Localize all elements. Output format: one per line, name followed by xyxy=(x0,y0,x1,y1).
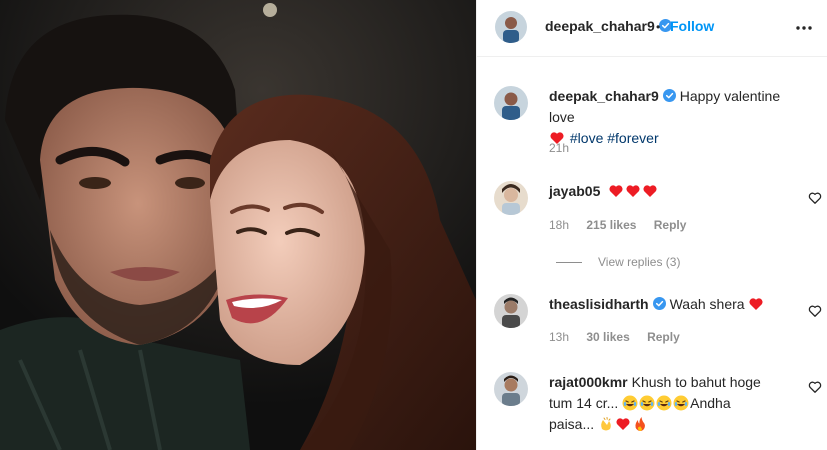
comment-text-line3: paisa... xyxy=(549,416,595,432)
clapping-hands-icon xyxy=(601,417,611,431)
commenter-avatar[interactable] xyxy=(494,294,528,328)
comment-text-block: jayab05 xyxy=(549,181,804,202)
comment-time[interactable]: 13h xyxy=(549,330,569,344)
heart-outline-icon[interactable] xyxy=(808,380,822,394)
post-details-panel: deepak_chahar9 • Follow deepak_chahar9 Ha… xyxy=(476,0,827,450)
comment-likes[interactable]: 215 likes xyxy=(586,218,636,232)
red-heart-icon xyxy=(616,418,630,430)
laughing-face-icon xyxy=(656,395,672,411)
view-replies-button[interactable]: View replies (3) xyxy=(556,255,680,269)
author-username-link[interactable]: deepak_chahar9 xyxy=(545,18,672,34)
comment-likes[interactable]: 30 likes xyxy=(586,330,629,344)
red-heart-icon xyxy=(643,185,657,197)
comment-username[interactable]: jayab05 xyxy=(549,183,600,199)
caption-text-block: deepak_chahar9 Happy valentine love #love… xyxy=(549,86,804,149)
comment-time[interactable]: 18h xyxy=(549,218,569,232)
laughing-face-icon xyxy=(639,395,655,411)
author-username[interactable]: deepak_chahar9 xyxy=(545,18,655,34)
comment-text-block: rajat000kmr Khush to bahut hoge tum 14 cr… xyxy=(549,372,804,435)
caption-hashtags[interactable]: #love #forever xyxy=(570,130,659,146)
post-photo[interactable] xyxy=(0,0,476,450)
laughing-face-icon xyxy=(622,395,638,411)
follow-button[interactable]: Follow xyxy=(670,18,714,34)
comment-username[interactable]: theaslisidharth xyxy=(549,296,649,312)
instagram-post-view: deepak_chahar9 • Follow deepak_chahar9 Ha… xyxy=(0,0,827,450)
heart-outline-icon[interactable] xyxy=(808,304,822,318)
heart-outline-icon[interactable] xyxy=(808,191,822,205)
fire-icon xyxy=(635,417,645,431)
post-header: deepak_chahar9 • Follow xyxy=(477,0,827,57)
caption-username[interactable]: deepak_chahar9 xyxy=(549,88,659,104)
verified-badge-icon xyxy=(652,297,666,310)
comment-text-line2: tum 14 cr... xyxy=(549,395,619,411)
more-options-button[interactable] xyxy=(792,16,816,40)
verified-badge-icon xyxy=(662,89,676,102)
couple-selfie-image xyxy=(0,0,476,450)
comment-text-line2-end: Andha xyxy=(690,395,731,411)
comment-text: Waah shera xyxy=(669,296,745,312)
header-separator: • xyxy=(656,20,661,34)
red-heart-icon xyxy=(609,185,623,197)
caption-meta: 21h xyxy=(549,141,583,155)
comment-meta: 18h 215 likes Reply xyxy=(549,218,700,232)
commenter-avatar[interactable] xyxy=(494,372,528,406)
comment-text-line1: Khush to bahut hoge xyxy=(631,374,761,390)
red-heart-icon xyxy=(749,298,763,310)
caption-time[interactable]: 21h xyxy=(549,141,569,155)
red-heart-icon xyxy=(626,185,640,197)
laughing-face-icon xyxy=(673,395,689,411)
comment-text-block: theaslisidharth Waah shera xyxy=(549,294,804,315)
replies-divider xyxy=(556,261,582,263)
author-avatar[interactable] xyxy=(495,11,527,43)
commenter-avatar[interactable] xyxy=(494,181,528,215)
reply-button[interactable]: Reply xyxy=(654,218,687,232)
caption-avatar[interactable] xyxy=(494,86,528,120)
more-options-icon xyxy=(796,26,812,30)
comment-username[interactable]: rajat000kmr xyxy=(549,374,628,390)
comment-meta: 13h 30 likes Reply xyxy=(549,330,694,344)
view-replies-label: View replies (3) xyxy=(598,255,681,269)
reply-button[interactable]: Reply xyxy=(647,330,680,344)
